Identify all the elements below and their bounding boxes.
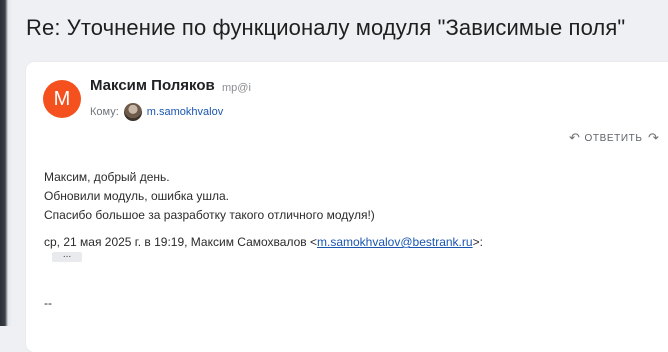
sender-name[interactable]: Максим Поляков — [90, 77, 215, 94]
forward-icon[interactable]: ↷ — [648, 130, 659, 146]
quote-prefix: ср, 21 мая 2025 г. в 19:19, Максим Самох… — [44, 235, 317, 249]
signature-separator: -- — [44, 296, 52, 310]
reply-button[interactable]: ↶ ОТВЕТИТЬ — [569, 130, 643, 146]
left-window-edge — [0, 0, 12, 326]
reply-icon: ↶ — [569, 130, 581, 145]
message-card: М Максим Поляков mp@i Кому: m.samokhvalo… — [26, 62, 668, 352]
reply-label: ОТВЕТИТЬ — [584, 132, 643, 144]
email-subject: Re: Уточнение по функционалу модуля "Зав… — [26, 15, 626, 40]
message-body: Максим, добрый день. Обновили модуль, ош… — [44, 168, 375, 225]
quote-header: ср, 21 мая 2025 г. в 19:19, Максим Самох… — [44, 235, 483, 249]
recipient-avatar — [123, 103, 142, 121]
body-line: Обновили модуль, ошибка ушла. — [44, 189, 229, 203]
quote-email-link[interactable]: m.samokhvalov@bestrank.ru — [317, 235, 473, 249]
body-line: Максим, добрый день. — [44, 170, 170, 184]
quote-suffix: >: — [472, 235, 483, 249]
show-trimmed-content-button[interactable]: ... — [52, 250, 82, 262]
recipient-name[interactable]: m.samokhvalov — [147, 106, 223, 118]
sender-avatar[interactable]: М — [43, 80, 81, 118]
to-label: Кому: — [90, 106, 119, 118]
body-line: Спасибо большое за разработку такого отл… — [44, 208, 375, 222]
sender-email[interactable]: mp@i — [222, 82, 251, 94]
recipient-row: Кому: m.samokhvalov — [90, 103, 223, 121]
